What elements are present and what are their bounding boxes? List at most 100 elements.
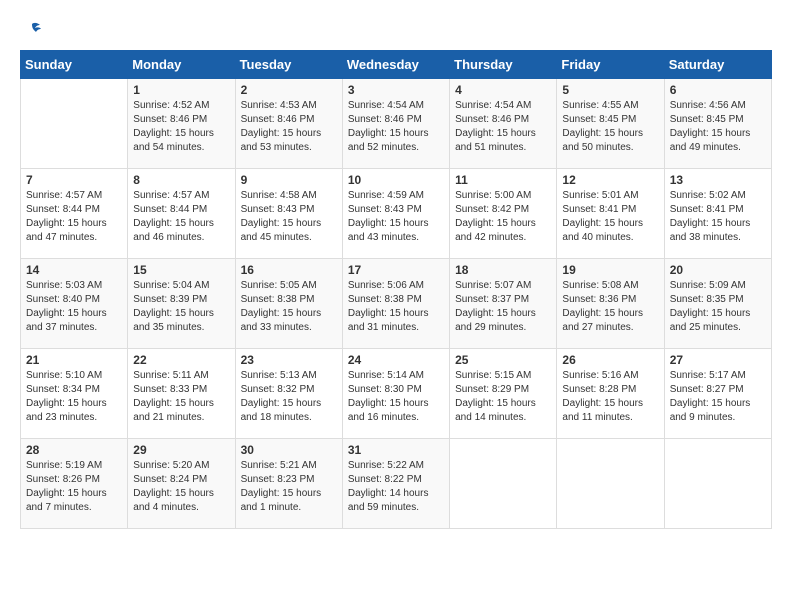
- calendar-cell: 18 Sunrise: 5:07 AM Sunset: 8:37 PM Dayli…: [450, 259, 557, 349]
- day-info: Sunrise: 5:08 AM Sunset: 8:36 PM Dayligh…: [562, 279, 658, 335]
- calendar-cell: 26 Sunrise: 5:16 AM Sunset: 8:28 PM Dayli…: [557, 349, 664, 439]
- day-number: 11: [455, 173, 551, 187]
- calendar-cell: 19 Sunrise: 5:08 AM Sunset: 8:36 PM Dayli…: [557, 259, 664, 349]
- day-info: Sunrise: 4:56 AM Sunset: 8:45 PM Dayligh…: [670, 99, 766, 155]
- calendar-cell: 22 Sunrise: 5:11 AM Sunset: 8:33 PM Dayli…: [128, 349, 235, 439]
- calendar-week-row: 7 Sunrise: 4:57 AM Sunset: 8:44 PM Daylig…: [21, 169, 772, 259]
- calendar-cell: 15 Sunrise: 5:04 AM Sunset: 8:39 PM Dayli…: [128, 259, 235, 349]
- day-number: 19: [562, 263, 658, 277]
- day-info: Sunrise: 5:22 AM Sunset: 8:22 PM Dayligh…: [348, 459, 444, 515]
- calendar-cell: 7 Sunrise: 4:57 AM Sunset: 8:44 PM Daylig…: [21, 169, 128, 259]
- day-number: 31: [348, 443, 444, 457]
- calendar-cell: 2Sunrise: 4:53 AM Sunset: 8:46 PM Daylig…: [235, 79, 342, 169]
- day-number: 27: [670, 353, 766, 367]
- day-info: Sunrise: 5:05 AM Sunset: 8:38 PM Dayligh…: [241, 279, 337, 335]
- day-number: 1: [133, 83, 229, 97]
- day-info: Sunrise: 5:02 AM Sunset: 8:41 PM Dayligh…: [670, 189, 766, 245]
- day-info: Sunrise: 5:09 AM Sunset: 8:35 PM Dayligh…: [670, 279, 766, 335]
- day-info: Sunrise: 5:04 AM Sunset: 8:39 PM Dayligh…: [133, 279, 229, 335]
- day-info: Sunrise: 5:13 AM Sunset: 8:32 PM Dayligh…: [241, 369, 337, 425]
- day-number: 21: [26, 353, 122, 367]
- day-info: Sunrise: 5:16 AM Sunset: 8:28 PM Dayligh…: [562, 369, 658, 425]
- day-number: 28: [26, 443, 122, 457]
- day-number: 12: [562, 173, 658, 187]
- day-info: Sunrise: 4:54 AM Sunset: 8:46 PM Dayligh…: [455, 99, 551, 155]
- calendar-cell: 28Sunrise: 5:19 AM Sunset: 8:26 PM Dayli…: [21, 439, 128, 529]
- day-info: Sunrise: 5:00 AM Sunset: 8:42 PM Dayligh…: [455, 189, 551, 245]
- header-saturday: Saturday: [664, 51, 771, 79]
- day-number: 18: [455, 263, 551, 277]
- calendar-cell: 24 Sunrise: 5:14 AM Sunset: 8:30 PM Dayli…: [342, 349, 449, 439]
- page-header: [20, 20, 772, 40]
- day-number: 8: [133, 173, 229, 187]
- calendar-table: SundayMondayTuesdayWednesdayThursdayFrid…: [20, 50, 772, 529]
- day-info: Sunrise: 4:55 AM Sunset: 8:45 PM Dayligh…: [562, 99, 658, 155]
- day-number: 2: [241, 83, 337, 97]
- calendar-cell: 29 Sunrise: 5:20 AM Sunset: 8:24 PM Dayli…: [128, 439, 235, 529]
- day-info: Sunrise: 4:57 AM Sunset: 8:44 PM Dayligh…: [26, 189, 122, 245]
- day-info: Sunrise: 5:15 AM Sunset: 8:29 PM Dayligh…: [455, 369, 551, 425]
- day-info: Sunrise: 4:52 AM Sunset: 8:46 PM Dayligh…: [133, 99, 229, 155]
- logo: [20, 20, 42, 40]
- calendar-week-row: 14Sunrise: 5:03 AM Sunset: 8:40 PM Dayli…: [21, 259, 772, 349]
- header-friday: Friday: [557, 51, 664, 79]
- calendar-cell: [21, 79, 128, 169]
- day-number: 22: [133, 353, 229, 367]
- calendar-week-row: 1 Sunrise: 4:52 AM Sunset: 8:46 PM Daylig…: [21, 79, 772, 169]
- day-info: Sunrise: 5:11 AM Sunset: 8:33 PM Dayligh…: [133, 369, 229, 425]
- calendar-cell: 1 Sunrise: 4:52 AM Sunset: 8:46 PM Daylig…: [128, 79, 235, 169]
- day-info: Sunrise: 5:14 AM Sunset: 8:30 PM Dayligh…: [348, 369, 444, 425]
- day-number: 13: [670, 173, 766, 187]
- calendar-cell: 3 Sunrise: 4:54 AM Sunset: 8:46 PM Daylig…: [342, 79, 449, 169]
- day-info: Sunrise: 5:07 AM Sunset: 8:37 PM Dayligh…: [455, 279, 551, 335]
- day-number: 24: [348, 353, 444, 367]
- calendar-cell: 6Sunrise: 4:56 AM Sunset: 8:45 PM Daylig…: [664, 79, 771, 169]
- day-number: 4: [455, 83, 551, 97]
- calendar-week-row: 28Sunrise: 5:19 AM Sunset: 8:26 PM Dayli…: [21, 439, 772, 529]
- calendar-cell: 30 Sunrise: 5:21 AM Sunset: 8:23 PM Dayli…: [235, 439, 342, 529]
- calendar-cell: 8 Sunrise: 4:57 AM Sunset: 8:44 PM Daylig…: [128, 169, 235, 259]
- calendar-cell: 4 Sunrise: 4:54 AM Sunset: 8:46 PM Daylig…: [450, 79, 557, 169]
- day-number: 3: [348, 83, 444, 97]
- header-monday: Monday: [128, 51, 235, 79]
- day-number: 30: [241, 443, 337, 457]
- day-number: 15: [133, 263, 229, 277]
- calendar-cell: 17Sunrise: 5:06 AM Sunset: 8:38 PM Dayli…: [342, 259, 449, 349]
- day-info: Sunrise: 5:10 AM Sunset: 8:34 PM Dayligh…: [26, 369, 122, 425]
- calendar-cell: 11 Sunrise: 5:00 AM Sunset: 8:42 PM Dayli…: [450, 169, 557, 259]
- calendar-cell: 9 Sunrise: 4:58 AM Sunset: 8:43 PM Daylig…: [235, 169, 342, 259]
- calendar-cell: 21 Sunrise: 5:10 AM Sunset: 8:34 PM Dayli…: [21, 349, 128, 439]
- calendar-cell: 5 Sunrise: 4:55 AM Sunset: 8:45 PM Daylig…: [557, 79, 664, 169]
- day-number: 26: [562, 353, 658, 367]
- calendar-header-row: SundayMondayTuesdayWednesdayThursdayFrid…: [21, 51, 772, 79]
- day-info: Sunrise: 4:54 AM Sunset: 8:46 PM Dayligh…: [348, 99, 444, 155]
- calendar-cell: [450, 439, 557, 529]
- day-info: Sunrise: 4:58 AM Sunset: 8:43 PM Dayligh…: [241, 189, 337, 245]
- calendar-cell: 12 Sunrise: 5:01 AM Sunset: 8:41 PM Dayli…: [557, 169, 664, 259]
- calendar-cell: 16 Sunrise: 5:05 AM Sunset: 8:38 PM Dayli…: [235, 259, 342, 349]
- day-number: 16: [241, 263, 337, 277]
- day-number: 25: [455, 353, 551, 367]
- calendar-cell: [557, 439, 664, 529]
- day-number: 5: [562, 83, 658, 97]
- calendar-cell: 14Sunrise: 5:03 AM Sunset: 8:40 PM Dayli…: [21, 259, 128, 349]
- day-number: 10: [348, 173, 444, 187]
- day-number: 9: [241, 173, 337, 187]
- day-number: 29: [133, 443, 229, 457]
- calendar-cell: 25 Sunrise: 5:15 AM Sunset: 8:29 PM Dayli…: [450, 349, 557, 439]
- header-tuesday: Tuesday: [235, 51, 342, 79]
- day-info: Sunrise: 5:20 AM Sunset: 8:24 PM Dayligh…: [133, 459, 229, 515]
- day-info: Sunrise: 5:03 AM Sunset: 8:40 PM Dayligh…: [26, 279, 122, 335]
- day-number: 7: [26, 173, 122, 187]
- day-info: Sunrise: 5:06 AM Sunset: 8:38 PM Dayligh…: [348, 279, 444, 335]
- day-info: Sunrise: 4:57 AM Sunset: 8:44 PM Dayligh…: [133, 189, 229, 245]
- logo-bird-icon: [22, 20, 42, 40]
- day-info: Sunrise: 5:01 AM Sunset: 8:41 PM Dayligh…: [562, 189, 658, 245]
- day-number: 20: [670, 263, 766, 277]
- day-info: Sunrise: 5:21 AM Sunset: 8:23 PM Dayligh…: [241, 459, 337, 515]
- day-info: Sunrise: 5:17 AM Sunset: 8:27 PM Dayligh…: [670, 369, 766, 425]
- calendar-cell: [664, 439, 771, 529]
- calendar-cell: 31 Sunrise: 5:22 AM Sunset: 8:22 PM Dayli…: [342, 439, 449, 529]
- calendar-cell: 10Sunrise: 4:59 AM Sunset: 8:43 PM Dayli…: [342, 169, 449, 259]
- calendar-cell: 23Sunrise: 5:13 AM Sunset: 8:32 PM Dayli…: [235, 349, 342, 439]
